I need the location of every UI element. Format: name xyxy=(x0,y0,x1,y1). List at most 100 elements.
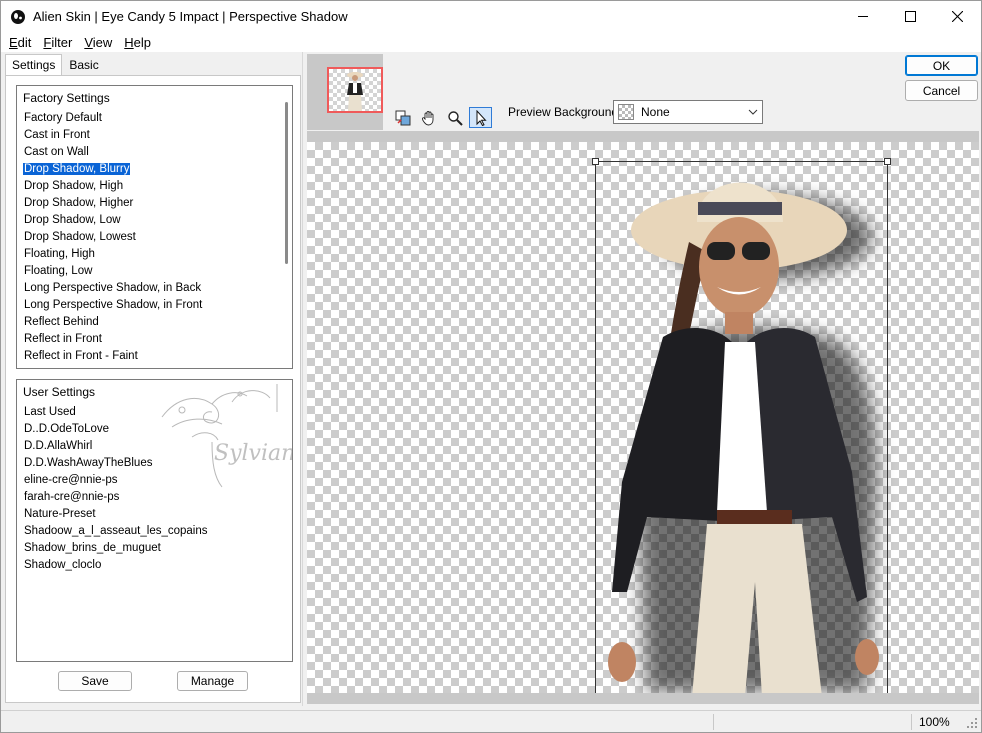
factory-settings-header: Factory Settings xyxy=(23,91,110,105)
user-preset-item[interactable]: Shadow_brins_de_muguet xyxy=(17,540,292,557)
factory-preset-item[interactable]: Long Perspective Shadow, in Back xyxy=(17,280,292,297)
factory-preset-item[interactable]: Drop Shadow, High xyxy=(17,178,292,195)
compare-button[interactable] xyxy=(391,107,414,128)
alien-skin-logo-icon xyxy=(11,9,25,24)
menu-filter[interactable]: Filter xyxy=(39,35,76,50)
manage-button[interactable]: Manage xyxy=(177,671,248,691)
minimize-button[interactable] xyxy=(840,1,887,32)
user-preset-item[interactable]: D.D.WashAwayTheBlues xyxy=(17,455,292,472)
factory-preset-item[interactable]: Cast in Front xyxy=(17,127,292,144)
factory-preset-item-label: Floating, Low xyxy=(24,265,93,277)
hand-pan-button[interactable] xyxy=(417,107,440,128)
factory-preset-item-label: Drop Shadow, Blurry xyxy=(21,162,132,176)
ok-button[interactable]: OK xyxy=(905,55,978,76)
user-preset-item[interactable]: eline-cre@nnie-ps xyxy=(17,472,292,489)
user-preset-item-label: eline-cre@nnie-ps xyxy=(24,474,118,486)
canvas-bottom-border xyxy=(307,693,979,704)
factory-preset-item-label: Drop Shadow, Lowest xyxy=(24,231,136,243)
transparency-swatch-icon xyxy=(618,104,634,120)
user-preset-item-label: D..D.OdeToLove xyxy=(24,423,110,435)
menu-view[interactable]: View xyxy=(80,35,116,50)
factory-preset-item[interactable]: Long Perspective Shadow, in Front xyxy=(17,297,292,314)
factory-preset-item-label: Drop Shadow, High xyxy=(24,180,124,192)
factory-preset-item-label: Cast on Wall xyxy=(24,146,89,158)
menu-edit[interactable]: Edit xyxy=(5,35,35,50)
preview-background-value: None xyxy=(641,105,670,119)
user-settings-header: User Settings xyxy=(23,385,96,399)
user-preset-item-label: Shadow_cloclo xyxy=(24,559,102,571)
user-preset-item[interactable]: Nature-Preset xyxy=(17,506,292,523)
factory-preset-item[interactable]: Reflect Behind xyxy=(17,314,292,331)
menu-help-label: elp xyxy=(133,34,152,50)
preview-canvas[interactable] xyxy=(307,142,979,693)
preview-toolbar-area: Preview Background: None xyxy=(307,52,981,131)
tab-settings[interactable]: Settings xyxy=(5,54,63,76)
selection-rectangle[interactable] xyxy=(595,161,888,693)
factory-preset-item[interactable]: Floating, High xyxy=(17,246,292,263)
save-button[interactable]: Save xyxy=(58,671,132,691)
menu-view-accel: V xyxy=(84,34,93,50)
resize-grip-icon[interactable] xyxy=(966,717,978,729)
menu-filter-label: ilter xyxy=(51,34,73,50)
user-settings-list[interactable]: User Settings Last Used D..D.OdeToLove D.D… xyxy=(16,379,293,662)
factory-preset-item-label: Cast in Front xyxy=(24,129,90,141)
select-arrow-button[interactable] xyxy=(469,107,492,128)
user-preset-item[interactable]: Shadoow_a_l_asseaut_les_copains xyxy=(17,523,292,540)
maximize-button[interactable] xyxy=(887,1,934,32)
factory-preset-item-label: Long Perspective Shadow, in Front xyxy=(24,299,203,311)
thumbnail-figure-image xyxy=(347,72,363,111)
preview-tools xyxy=(391,107,492,128)
tab-strip: Settings Basic xyxy=(5,54,106,76)
compare-icon xyxy=(395,110,410,125)
minimize-icon xyxy=(858,16,868,17)
factory-preset-item[interactable]: Drop Shadow, Low xyxy=(17,212,292,229)
factory-preset-item[interactable]: Factory Default xyxy=(17,110,292,127)
user-preset-item-label: Last Used xyxy=(24,406,76,418)
window-title: Alien Skin | Eye Candy 5 Impact | Perspe… xyxy=(33,9,348,24)
factory-preset-item-label: Long Perspective Shadow, in Back xyxy=(24,282,202,294)
factory-preset-item[interactable]: Cast on Wall xyxy=(17,144,292,161)
factory-preset-item[interactable]: Drop Shadow, Lowest xyxy=(17,229,292,246)
user-preset-item-label: farah-cre@nnie-ps xyxy=(24,491,120,503)
factory-preset-item[interactable]: Floating, Low xyxy=(17,263,292,280)
user-preset-item[interactable]: farah-cre@nnie-ps xyxy=(17,489,292,506)
factory-preset-item[interactable]: Drop Shadow, Higher xyxy=(17,195,292,212)
preview-background-label: Preview Background: xyxy=(508,105,622,119)
user-preset-item[interactable]: D..D.OdeToLove xyxy=(17,421,292,438)
user-preset-item[interactable]: Last Used xyxy=(17,404,292,421)
factory-list-scrollbar[interactable] xyxy=(285,102,288,264)
menu-help-accel: H xyxy=(124,34,134,50)
user-preset-item-label: Nature-Preset xyxy=(24,508,96,520)
menu-edit-accel: E xyxy=(9,34,18,50)
factory-settings-list[interactable]: Factory Settings Factory Default Cast in … xyxy=(16,85,293,369)
resize-handle-top-left[interactable] xyxy=(592,158,599,165)
user-preset-item-label: D.D.WashAwayTheBlues xyxy=(24,457,153,469)
zoom-button[interactable] xyxy=(443,107,466,128)
hand-pan-icon xyxy=(421,110,433,125)
user-preset-item[interactable]: D.D.AllaWhirl xyxy=(17,438,292,455)
navigator-thumbnail[interactable] xyxy=(327,67,383,113)
cancel-button[interactable]: Cancel xyxy=(905,80,978,101)
user-preset-item-label: Shadow_brins_de_muguet xyxy=(24,542,161,554)
factory-preset-item[interactable]: Reflect in Front - Faint xyxy=(17,348,292,365)
factory-preset-item-label: Reflect Behind xyxy=(24,316,99,328)
user-preset-item[interactable]: Shadow_cloclo xyxy=(17,557,292,574)
factory-preset-item-label: Factory Default xyxy=(24,112,102,124)
factory-preset-item-label: Reflect in Front - Faint xyxy=(24,350,138,362)
chevron-down-icon xyxy=(744,109,762,115)
arrow-select-icon xyxy=(476,109,487,126)
menu-help[interactable]: Help xyxy=(120,35,155,50)
canvas-top-border xyxy=(307,131,979,142)
user-preset-item-label: D.D.AllaWhirl xyxy=(24,440,93,452)
factory-preset-item[interactable]: Drop Shadow, Blurry xyxy=(17,161,292,178)
close-button[interactable] xyxy=(934,1,981,32)
maximize-icon xyxy=(905,11,916,22)
zoom-icon xyxy=(447,110,463,126)
tab-basic[interactable]: Basic xyxy=(62,54,105,75)
preview-background-select[interactable]: None xyxy=(613,100,763,124)
menu-edit-label: dit xyxy=(17,34,32,50)
resize-handle-top-right[interactable] xyxy=(884,158,891,165)
settings-panel: Settings Basic Factory Settings Factory … xyxy=(1,52,303,706)
close-icon xyxy=(952,11,963,22)
factory-preset-item[interactable]: Reflect in Front xyxy=(17,331,292,348)
